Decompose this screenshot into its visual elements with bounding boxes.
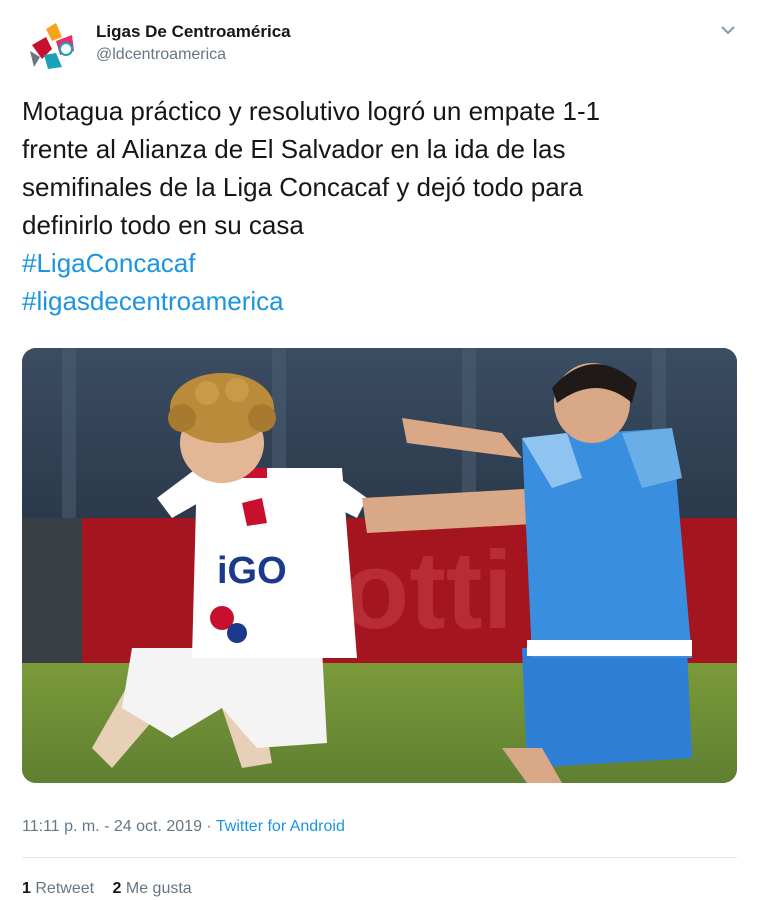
retweet-label: Retweet bbox=[35, 880, 95, 897]
meta-separator: - bbox=[99, 818, 114, 835]
likes-count[interactable]: 2 Me gusta bbox=[113, 880, 192, 897]
tweet-time[interactable]: 11:11 p. m. bbox=[22, 818, 100, 835]
retweet-count[interactable]: 1 Retweet bbox=[22, 880, 94, 897]
hashtag-link-ligasdecentroamerica[interactable]: #ligasdecentroamerica bbox=[22, 282, 722, 320]
tweet-text: Motagua práctico y resolutivo logró un e… bbox=[22, 92, 722, 320]
likes-label: Me gusta bbox=[125, 880, 192, 897]
soccer-match-photo: otti iGO bbox=[22, 348, 737, 783]
tweet-source-link[interactable]: Twitter for Android bbox=[216, 818, 345, 835]
divider bbox=[22, 857, 737, 858]
tweet-photo[interactable]: otti iGO bbox=[22, 348, 737, 783]
svg-text:iGO: iGO bbox=[217, 550, 287, 592]
tweet-text-line: frente al Alianza de El Salvador en la i… bbox=[22, 134, 566, 164]
tweet-timestamp: 11:11 p. m. - 24 oct. 2019 · Twitter for… bbox=[22, 818, 345, 836]
tweet-stats: 1 Retweet 2 Me gusta bbox=[22, 880, 206, 898]
tweet-text-line: semifinales de la Liga Concacaf y dejó t… bbox=[22, 172, 583, 202]
svg-text:otti: otti bbox=[342, 529, 513, 652]
hashtag-link-ligaconcacaf[interactable]: #LigaConcacaf bbox=[22, 244, 722, 282]
meta-separator: · bbox=[201, 818, 216, 835]
retweet-count-number: 1 bbox=[22, 880, 31, 897]
account-avatar[interactable] bbox=[22, 15, 84, 77]
league-logo-icon bbox=[23, 16, 83, 76]
account-handle[interactable]: @ldcentroamerica bbox=[96, 46, 226, 64]
chevron-down-icon[interactable] bbox=[718, 20, 738, 40]
likes-count-number: 2 bbox=[112, 880, 122, 897]
tweet-card: Ligas De Centroamérica @ldcentroamerica … bbox=[0, 0, 758, 900]
account-name[interactable]: Ligas De Centroamérica bbox=[96, 22, 291, 42]
tweet-text-line: Motagua práctico y resolutivo logró un e… bbox=[22, 96, 601, 126]
tweet-date[interactable]: 24 oct. 2019 bbox=[114, 818, 202, 835]
tweet-text-line: definirlo todo en su casa bbox=[22, 210, 304, 240]
